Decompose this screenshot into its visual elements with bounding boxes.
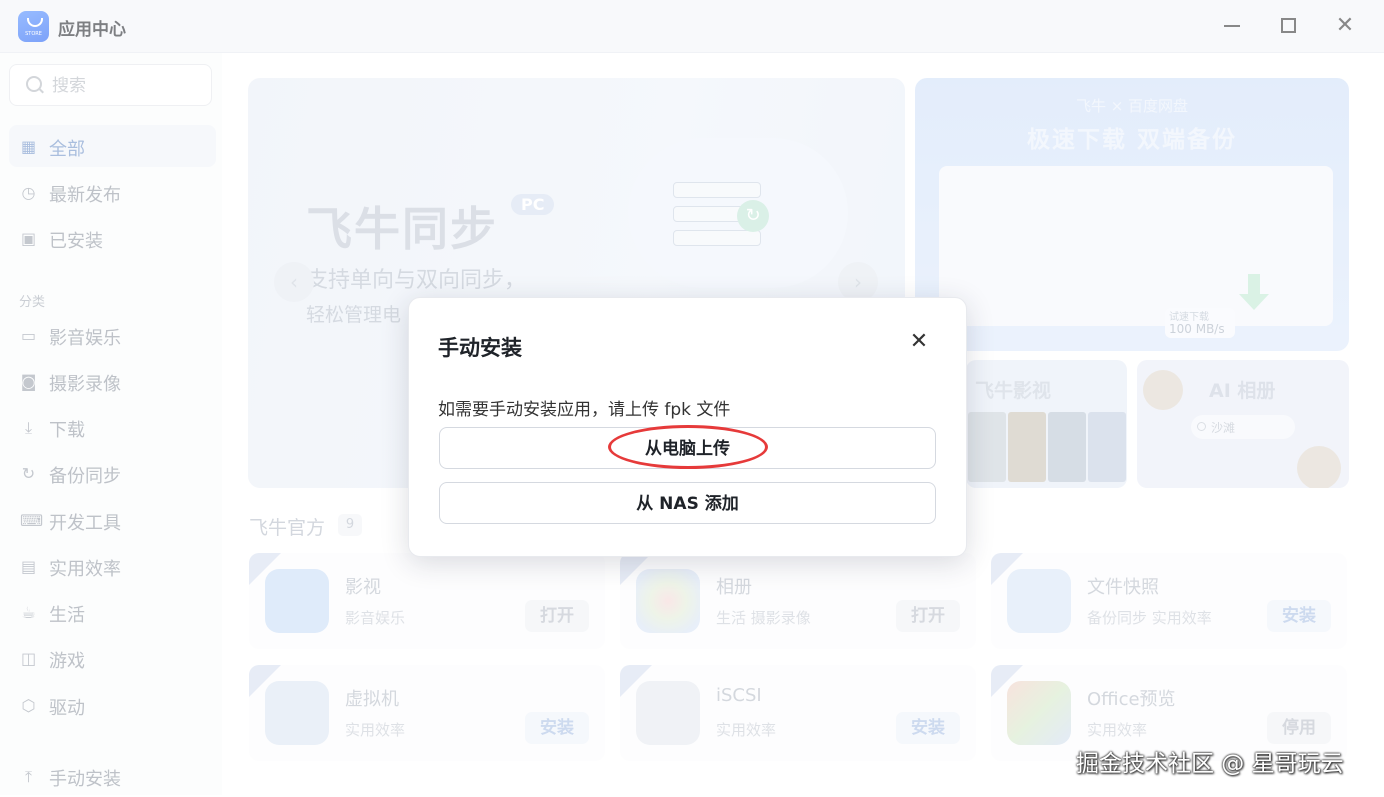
add-from-nas-button[interactable]: 从 NAS 添加	[439, 482, 936, 524]
dialog-description: 如需要手动安装应用，请上传 fpk 文件	[438, 400, 731, 420]
dialog-title: 手动安装	[438, 336, 522, 360]
watermark: 掘金技术社区 @ 星哥玩云	[1076, 751, 1344, 777]
manual-install-dialog: 手动安装 ✕ 如需要手动安装应用，请上传 fpk 文件 从电脑上传 从 NAS …	[408, 297, 967, 557]
red-highlight-circle	[608, 425, 768, 469]
close-icon[interactable]: ✕	[907, 330, 931, 354]
